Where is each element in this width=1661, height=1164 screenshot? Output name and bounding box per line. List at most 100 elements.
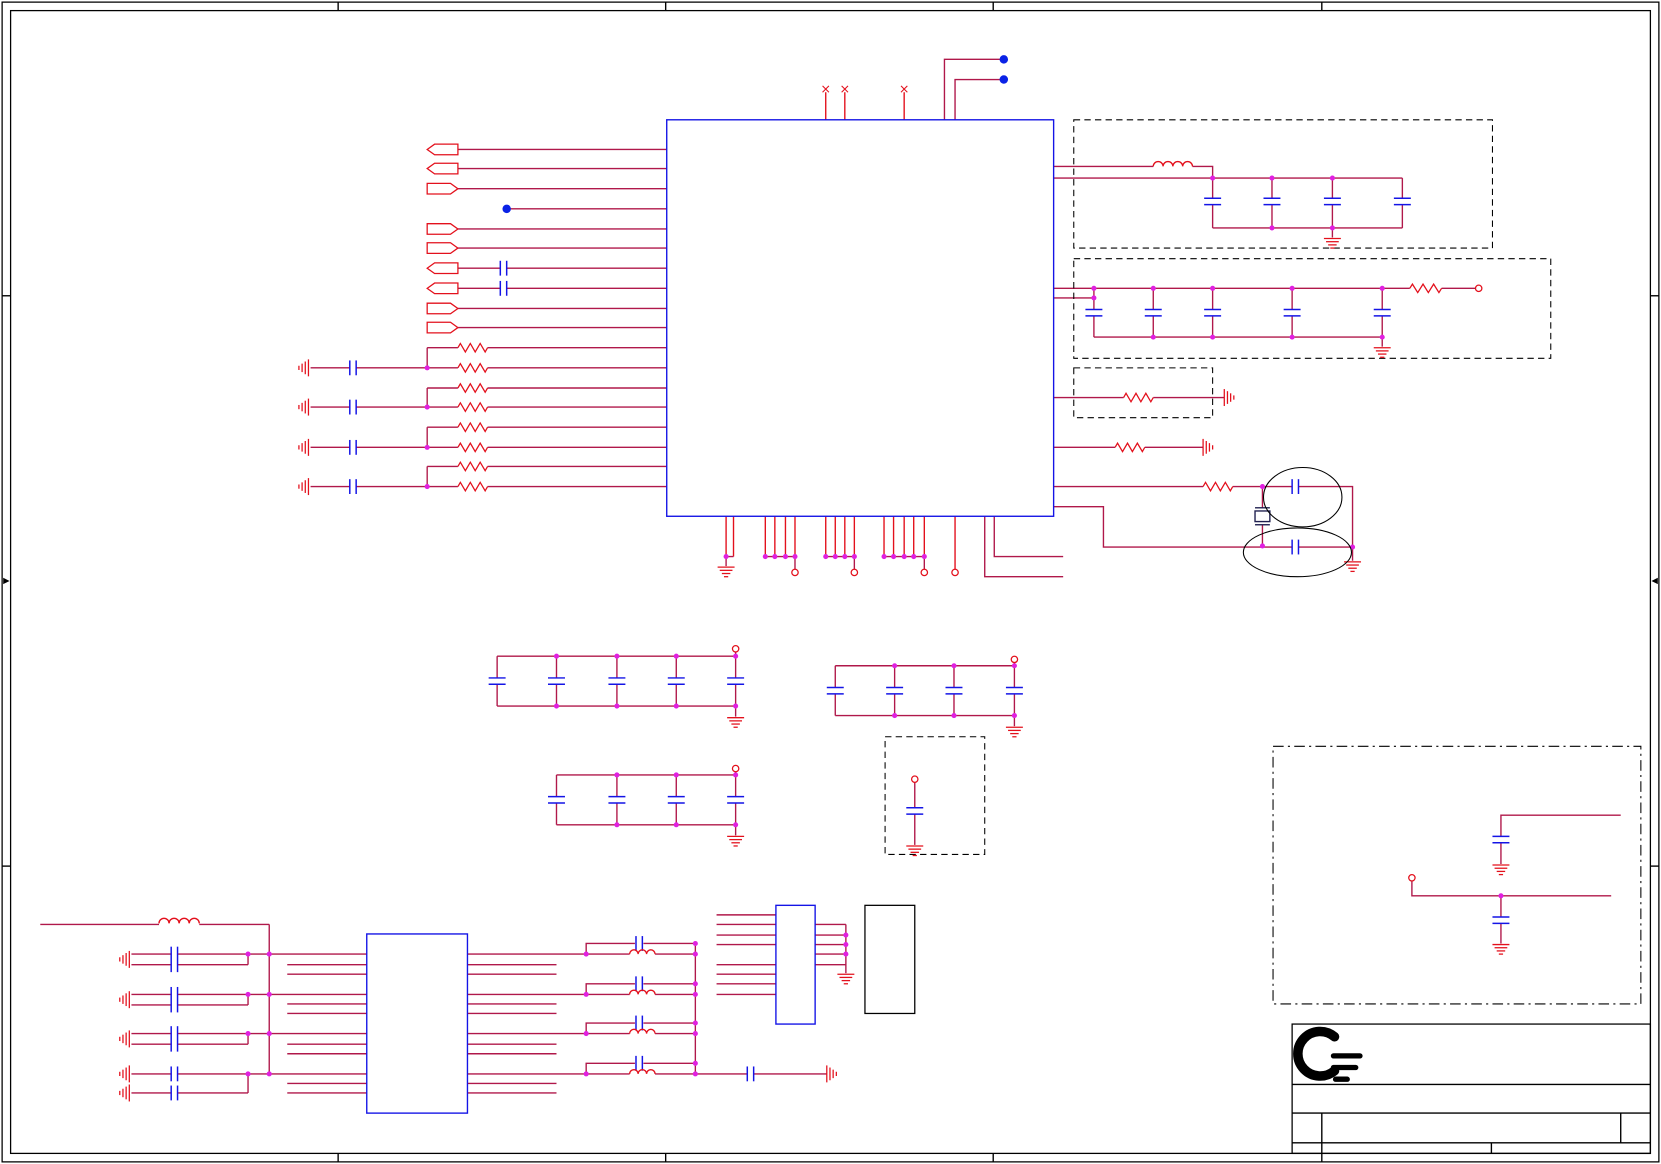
resistor	[1409, 282, 1443, 294]
capacitor	[608, 795, 626, 804]
inductor-coil	[628, 1068, 656, 1075]
junction-dot	[1259, 484, 1265, 490]
resistor	[457, 401, 489, 413]
ground-symbol	[826, 1065, 837, 1083]
junction-dot	[891, 554, 897, 560]
capacitor	[1263, 197, 1281, 206]
port-connector	[426, 223, 460, 235]
capacitor	[170, 946, 179, 973]
sheet-outer-border	[1, 1, 1660, 1163]
ground-symbol	[1373, 347, 1391, 358]
resistor-body	[457, 460, 489, 472]
nets-layer	[40, 58, 1621, 1094]
junction-dot	[951, 713, 957, 719]
port-connector	[426, 282, 459, 295]
crystal-body	[1254, 510, 1271, 523]
capacitor	[727, 795, 745, 804]
capacitor	[349, 360, 357, 376]
resistor-body	[457, 401, 489, 413]
junction-dot	[1011, 713, 1017, 719]
power-pin	[791, 568, 799, 577]
wire	[1411, 880, 1612, 897]
capacitor	[1085, 308, 1103, 317]
resistor	[457, 362, 489, 374]
junction-dot	[1150, 285, 1156, 291]
inductor-coil	[628, 1028, 656, 1034]
port-connector	[426, 262, 459, 275]
capacitor	[170, 1066, 179, 1082]
inductor	[628, 1028, 656, 1034]
ground-symbol	[119, 1084, 130, 1102]
junction-dot	[692, 1031, 698, 1037]
offpage-connector-dot	[502, 204, 511, 214]
resistor-body	[1202, 481, 1234, 493]
capacitor	[548, 795, 565, 804]
sheet-inner-border	[9, 9, 1652, 1155]
highlight-ellipse	[1242, 527, 1353, 578]
capacitor	[635, 1055, 644, 1071]
no-connect-mark	[822, 85, 830, 93]
ground-symbol	[1005, 726, 1023, 738]
resistor	[1202, 481, 1234, 493]
power-pin	[731, 644, 740, 653]
resistor-body	[457, 342, 489, 354]
junction-dot	[245, 1031, 251, 1037]
capacitor	[906, 807, 924, 815]
wire	[1500, 814, 1621, 837]
ground-symbol	[837, 973, 855, 985]
ground-symbol	[727, 717, 745, 728]
company-logo-icon	[1293, 1026, 1363, 1082]
capacitor	[1323, 197, 1341, 206]
capacitor	[886, 686, 904, 695]
mechanical-outline	[864, 904, 916, 1015]
capacitor	[170, 1026, 179, 1052]
junction-dot	[424, 484, 430, 490]
no-connect-mark	[841, 85, 849, 93]
inductor-coil	[628, 949, 656, 955]
capacitor	[945, 686, 963, 695]
power-pin	[951, 568, 959, 577]
resistor-body	[1114, 441, 1146, 453]
port-connector	[426, 242, 460, 255]
junction-dot	[1289, 285, 1295, 291]
junction-dot	[583, 951, 589, 957]
resistor-body	[457, 362, 489, 374]
junction-dot	[245, 991, 251, 997]
junction-dot	[692, 951, 698, 957]
junction-dot	[1379, 334, 1385, 340]
junction-dot	[843, 951, 849, 957]
capacitor	[349, 399, 357, 415]
junction-dot	[1011, 663, 1017, 669]
junction-dot	[851, 554, 857, 560]
junction-dot	[823, 554, 829, 560]
junction-dot	[692, 1020, 698, 1026]
ground-symbol	[298, 398, 310, 416]
center-arrow-icon	[1651, 577, 1658, 585]
junction-dot	[424, 365, 430, 371]
junction-dot	[614, 703, 620, 709]
junction-dot	[911, 554, 917, 560]
junction-dot	[692, 991, 698, 997]
marks-layer	[245, 55, 1504, 1077]
inductor-coil	[158, 917, 200, 924]
inductor	[628, 989, 656, 995]
junction-dot	[245, 1071, 251, 1077]
junction-dot	[892, 663, 898, 669]
capacitor	[727, 677, 745, 686]
filter-group-box	[1073, 367, 1214, 419]
junction-dot	[692, 940, 698, 947]
capacitor	[499, 280, 508, 296]
capacitor	[1204, 197, 1222, 206]
junction-dot	[553, 703, 560, 709]
junction-dot	[772, 554, 778, 560]
resistor	[457, 460, 489, 472]
ground-symbol	[119, 1030, 130, 1048]
capacitor	[635, 976, 644, 992]
port-connector	[426, 182, 460, 195]
junction-dot	[424, 444, 430, 450]
schematic-sheet	[0, 0, 1661, 1164]
inductor	[1152, 160, 1194, 167]
junction-dot	[782, 554, 788, 560]
inductor	[158, 917, 200, 924]
capacitor	[488, 677, 506, 686]
